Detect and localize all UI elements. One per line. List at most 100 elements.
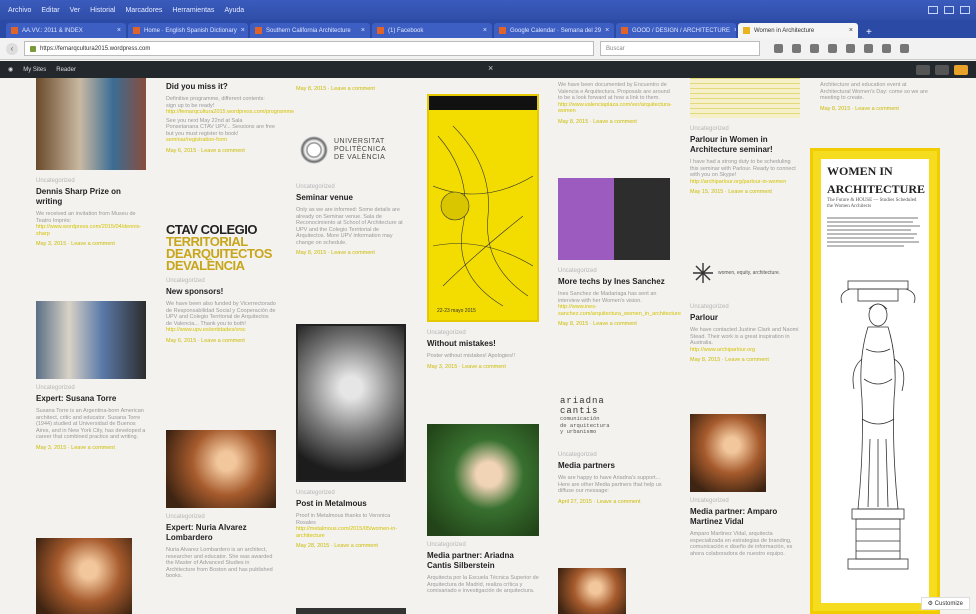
post-title[interactable]: Dennis Sharp Prize on writing [36,187,146,207]
download-icon[interactable] [828,44,837,53]
reader-link[interactable]: Reader [56,67,76,73]
post-meta[interactable]: May 3, 2015 · Leave a comment [36,445,146,451]
pocket-icon[interactable] [810,44,819,53]
post-category[interactable]: Uncategorized [296,490,406,496]
post-title[interactable]: Parlour in Women in Architecture seminar… [690,135,800,155]
close-tab-icon[interactable]: × [734,27,736,34]
post-category[interactable]: Uncategorized [427,330,539,336]
post-title[interactable]: Parlour [690,313,800,323]
tab-2[interactable]: Home · English Spanish Dictionary × [128,23,248,38]
post-image-col3-bottom[interactable] [296,608,406,614]
customize-button[interactable]: ⚙ Customize [920,597,970,610]
post-meta[interactable]: May 8, 2015 · Leave a comment [296,86,406,92]
menu-ver[interactable]: Ver [70,7,81,14]
tab-5[interactable]: Google Calendar · Semana del 29 × [494,23,614,38]
post-meta[interactable]: May 3, 2015 · Leave a comment [36,241,146,247]
post-meta[interactable]: May 8, 2015 · Leave a comment [558,321,670,327]
post-image-parlour-women[interactable] [690,78,800,118]
parlour-logo[interactable]: women, equity, architecture. [692,262,802,284]
menu-ayuda[interactable]: Ayuda [224,7,244,14]
post-meta[interactable]: April 27, 2015 · Leave a comment [558,499,670,505]
post-link[interactable]: http://www.wordpress.com/2015/04/dennis-… [36,224,146,237]
women-in-architecture-poster[interactable]: WOMEN IN ARCHITECTURE The Future & HOUSE… [810,148,940,614]
menu-editar[interactable]: Editar [41,7,59,14]
post-link[interactable]: http://femarqcultura2015.wordpress.com/p… [166,109,294,116]
post-link[interactable]: http://www.archiparlour.org [690,347,800,354]
post-title[interactable]: New sponsors! [166,287,276,297]
menu-historial[interactable]: Historial [90,7,115,14]
close-tab-icon[interactable]: × [117,27,121,34]
tab-4[interactable]: (1) Facebook × [372,23,492,38]
post-title[interactable]: Did you miss it? [166,82,276,92]
minimize-icon[interactable] [928,6,938,14]
post-category[interactable]: Uncategorized [36,178,146,184]
close-window-icon[interactable] [960,6,970,14]
post-link[interactable]: http://metalmous.com/2015/05/women-in-ar… [296,526,406,539]
close-tab-icon[interactable]: × [361,27,365,34]
close-tab-icon[interactable]: × [849,27,853,34]
post-meta[interactable]: May 8, 2015 · Leave a comment [820,106,932,112]
post-image-nuria[interactable] [166,430,276,508]
post-image-col5-bottom[interactable] [558,568,626,614]
post-image-metalmous[interactable] [296,324,406,482]
wordpress-icon[interactable]: ◉ [8,66,13,73]
post-title[interactable]: Media partners [558,461,670,471]
share-icon[interactable] [864,44,873,53]
post-title[interactable]: More techs by Ines Sanchez [558,277,670,287]
close-tab-icon[interactable]: × [605,27,609,34]
post-meta[interactable]: May 6, 2015 · Leave a comment [166,338,276,344]
close-tab-icon[interactable]: × [483,27,487,34]
post-image-susana[interactable] [36,301,146,379]
post-title[interactable]: Post in Metalmous [296,499,406,509]
menu-marcadores[interactable]: Marcadores [125,7,162,14]
tab-6[interactable]: GOOD / DESIGN / ARCHITECTURE× [616,23,736,38]
post-link[interactable]: http://www.ines-sanchez.com/arquitectura… [558,304,681,317]
maximize-icon[interactable] [944,6,954,14]
post-category[interactable]: Uncategorized [296,184,406,190]
notifications-icon[interactable] [954,64,968,75]
post-image-dennis[interactable] [36,78,146,170]
post-title[interactable]: Seminar venue [296,193,406,203]
my-sites-link[interactable]: My Sites [23,67,46,73]
reading-list-icon[interactable] [792,44,801,53]
post-meta[interactable]: May 8, 2015 · Leave a comment [558,119,670,125]
home-icon[interactable] [846,44,855,53]
tab-3[interactable]: Southern California Architecture × [250,23,370,38]
post-meta[interactable]: May 15, 2015 · Leave a comment [690,189,800,195]
post-meta[interactable]: May 6, 2015 · Leave a comment [166,148,276,154]
post-category[interactable]: Uncategorized [36,385,146,391]
post-category[interactable]: Uncategorized [690,304,800,310]
post-link[interactable]: http://archiparlour.org/parlour-in-women [690,179,800,186]
post-link[interactable]: http://www.upv.es/entidades/vrsc [166,327,276,334]
post-category[interactable]: Uncategorized [690,126,800,132]
search-input[interactable]: Buscar [600,41,760,56]
post-link[interactable]: http://www.valenciaplaza.com/ver/arquite… [558,102,672,115]
menu-icon[interactable] [900,44,909,53]
post-link-2[interactable]: seminar/registration-form [166,137,276,144]
post-title[interactable]: Media partner: Ariadna Cantis Silberstei… [427,551,539,571]
url-bar[interactable]: https://femarqcultura2015.wordpress.com [24,41,594,56]
new-tab-icon[interactable]: + [860,27,878,38]
back-icon[interactable]: ‹ [6,42,18,55]
post-category[interactable]: Uncategorized [166,514,276,520]
post-title[interactable]: Without mistakes! [427,339,539,349]
close-icon[interactable]: × [488,63,493,73]
post-image-col1-bottom[interactable] [36,538,132,614]
ctav-logo[interactable]: CTAV COLEGIO TERRITORIAL DEARQUITECTOS D… [166,223,286,272]
post-title[interactable]: Expert: Nuria Alvarez Lombardero [166,523,276,543]
menu-herramientas[interactable]: Herramientas [172,7,214,14]
profile-icon[interactable] [935,64,949,75]
post-title[interactable]: Media partner: Amparo Martinez Vidal [690,507,800,527]
post-meta[interactable]: May 28, 2015 · Leave a comment [296,543,406,549]
close-tab-icon[interactable]: × [241,27,245,34]
post-meta[interactable]: May 8, 2015 · Leave a comment [690,357,800,363]
post-image-ines[interactable] [558,178,670,260]
post-category[interactable]: Uncategorized [558,452,670,458]
upv-logo[interactable]: UNIVERSITAT POLITÈCNICA DE VALÈNCIA [300,136,386,164]
post-title[interactable]: Expert: Susana Torre [36,394,146,404]
post-meta[interactable]: May 8, 2015 · Leave a comment [296,250,406,256]
post-category[interactable]: Uncategorized [427,542,539,548]
tab-1[interactable]: AA.VV.: 2011 & INDEX × [6,23,126,38]
post-category[interactable]: Uncategorized [166,278,276,284]
post-category[interactable]: Uncategorized [558,268,670,274]
